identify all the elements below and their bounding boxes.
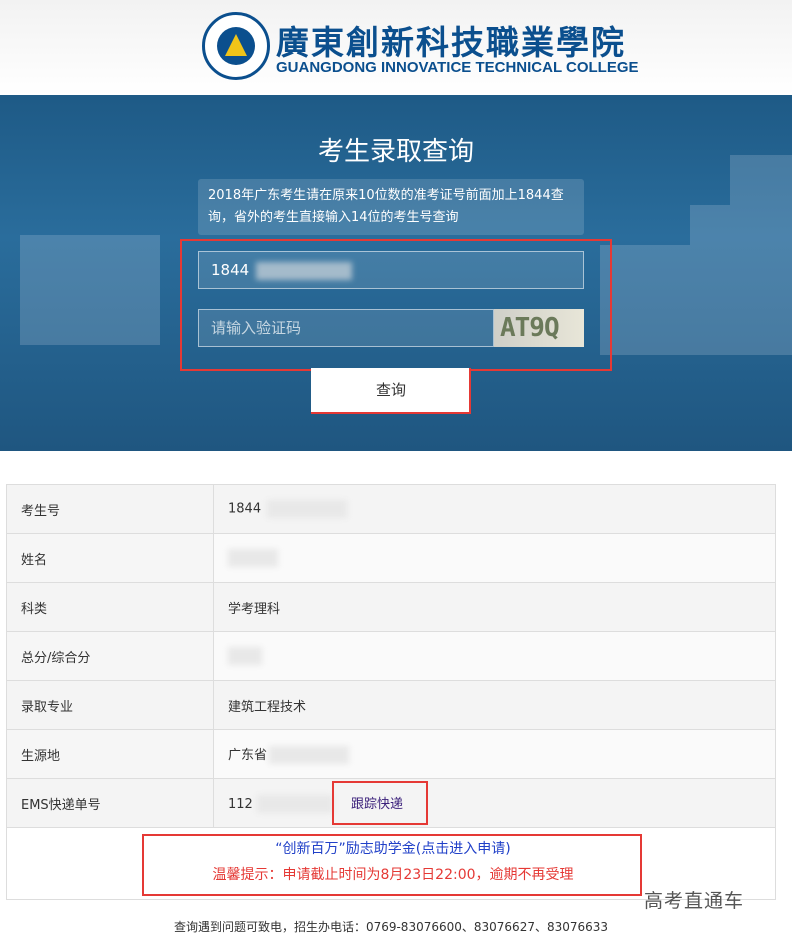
table-row: 考生号 1844: [6, 484, 776, 534]
table-row: 总分/综合分: [6, 631, 776, 681]
search-hero: 考生录取查询 2018年广东考生请在原来10位数的准考证号前面加上1844查询，…: [0, 95, 792, 451]
captcha-input[interactable]: 请输入验证码: [198, 309, 494, 347]
row-label: 姓名: [6, 533, 214, 583]
table-row: 姓名: [6, 533, 776, 583]
row-label: 录取专业: [6, 680, 214, 730]
track-highlight-box: [332, 781, 428, 825]
table-row: 录取专业 建筑工程技术: [6, 680, 776, 730]
college-name-en: GUANGDONG INNOVATICE TECHNICAL COLLEGE: [276, 59, 639, 76]
row-label: 总分/综合分: [6, 631, 214, 681]
row-value: [213, 631, 776, 681]
exam-id-value: 1844: [211, 261, 250, 279]
redacted-blur: [255, 261, 352, 280]
college-emblem-icon: [202, 12, 270, 80]
button-highlight-box: [311, 368, 471, 414]
footer-contact: 查询遇到问题可致电，招生办电话：0769-83076600、83076627、8…: [173, 920, 609, 934]
table-row: 生源地 广东省: [6, 729, 776, 779]
college-name-cn: 廣東創新科技職業學院: [276, 23, 626, 62]
row-label: 生源地: [6, 729, 214, 779]
captcha-text: AT9Q: [500, 313, 560, 343]
table-row: 科类 学考理科: [6, 582, 776, 632]
row-value: 1844: [213, 484, 776, 534]
row-value: 广东省: [213, 729, 776, 779]
search-notice: 2018年广东考生请在原来10位数的准考证号前面加上1844查询，省外的考生直接…: [198, 179, 584, 235]
captcha-placeholder: 请输入验证码: [211, 319, 302, 337]
row-value: 学考理科: [213, 582, 776, 632]
exam-id-input[interactable]: 1844: [198, 251, 584, 289]
site-header: 廣東創新科技職業學院 GUANGDONG INNOVATICE TECHNICA…: [0, 0, 792, 95]
row-value: 112 跟踪快递: [213, 778, 776, 828]
row-value: 建筑工程技术: [213, 680, 776, 730]
watermark-text: 高考直通车: [644, 890, 745, 912]
row-label: 科类: [6, 582, 214, 632]
row-label: 考生号: [6, 484, 214, 534]
page-title: 考生录取查询: [317, 137, 474, 167]
promo-highlight-box: [142, 834, 642, 896]
captcha-image[interactable]: AT9Q: [494, 309, 584, 347]
row-label: EMS快递单号: [6, 778, 214, 828]
row-value: [213, 533, 776, 583]
